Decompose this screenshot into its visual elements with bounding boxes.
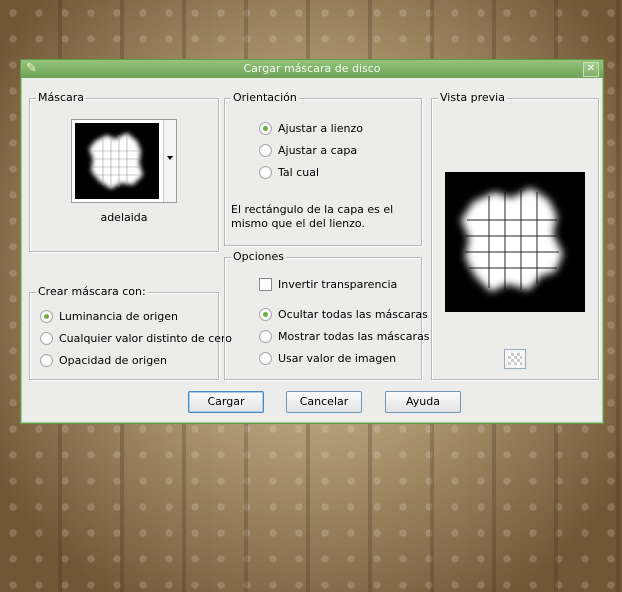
options-legend: Opciones [231,250,286,263]
radio-label: Usar valor de imagen [278,352,397,365]
mask-legend: Máscara [36,91,87,104]
mask-thumbnail [75,123,159,199]
preview-group: Vista previa [431,91,599,380]
load-mask-dialog: ✎ Cargar máscara de disco ✕ Máscara adel… [20,59,604,424]
create-mask-legend: Crear máscara con: [36,285,148,298]
dialog-title: Cargar máscara de disco [243,62,381,75]
radio-fit-canvas[interactable]: Ajustar a lienzo [259,122,363,135]
radio-dot [40,310,53,323]
orientation-description: El rectángulo de la capa es el mismo que… [231,203,394,230]
options-group: Opciones Invertir transparencia Ocultar … [224,250,430,380]
preview-canvas [445,172,585,312]
load-button[interactable]: Cargar [188,391,264,413]
radio-use-image-value[interactable]: Usar valor de imagen [259,352,396,365]
radio-label: Cualquier valor distinto de cero [59,332,233,345]
radio-label: Ajustar a lienzo [278,122,363,135]
radio-dot [259,166,272,179]
mask-group: Máscara adelaida [29,91,219,252]
mask-thumbnail-image [89,133,143,189]
radio-dot [40,354,53,367]
radio-dot [40,332,53,345]
mask-name: adelaida [100,211,148,224]
create-mask-group: Crear máscara con: Luminancia de origen … [29,285,232,380]
radio-dot [259,308,272,321]
radio-source-luminance[interactable]: Luminancia de origen [40,310,178,323]
preview-image [461,188,563,292]
preview-legend: Vista previa [438,91,507,104]
radio-hide-all-masks[interactable]: Ocultar todas las máscaras [259,308,428,321]
radio-label: Luminancia de origen [59,310,178,323]
radio-as-is[interactable]: Tal cual [259,166,319,179]
chevron-down-icon [167,156,173,160]
radio-source-opacity[interactable]: Opacidad de origen [40,354,167,367]
cancel-button[interactable]: Cancelar [286,391,362,413]
radio-label: Ajustar a capa [278,144,358,157]
title-bar[interactable]: ✎ Cargar máscara de disco ✕ [21,60,603,78]
checkerboard-icon [508,353,522,365]
help-button[interactable]: Ayuda [385,391,461,413]
radio-dot [259,144,272,157]
checkbox-label: Invertir transparencia [278,278,398,291]
radio-dot [259,122,272,135]
radio-show-all-masks[interactable]: Mostrar todas las máscaras [259,330,430,343]
close-icon: ✕ [586,63,596,74]
mask-dropdown-button[interactable] [163,120,176,202]
radio-label: Mostrar todas las máscaras [278,330,430,343]
radio-fit-layer[interactable]: Ajustar a capa [259,144,357,157]
mask-thumbnail-picker[interactable] [71,119,177,203]
radio-nonzero-value[interactable]: Cualquier valor distinto de cero [40,332,232,345]
radio-label: Tal cual [278,166,320,179]
checkbox-box [259,278,272,291]
radio-dot [259,352,272,365]
close-button[interactable]: ✕ [583,62,599,77]
preview-toggle-button[interactable] [504,349,526,369]
radio-label: Ocultar todas las máscaras [278,308,428,321]
orientation-group: Orientación Ajustar a lienzo Ajustar a c… [224,91,422,246]
invert-transparency-checkbox[interactable]: Invertir transparencia [259,278,397,291]
radio-dot [259,330,272,343]
radio-label: Opacidad de origen [59,354,167,367]
orientation-legend: Orientación [231,91,299,104]
